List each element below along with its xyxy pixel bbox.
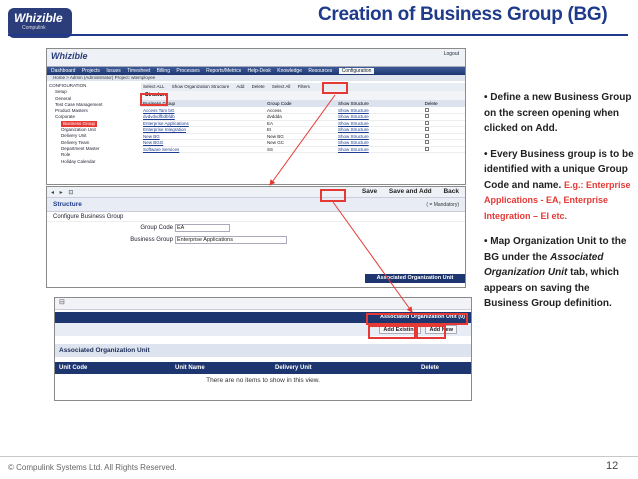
copyright: © Compulink Systems Ltd. All Rights Rese… <box>8 463 177 472</box>
bullet-unique: • Every Business group is to be identifi… <box>484 148 634 221</box>
page-number: 12 <box>606 460 619 472</box>
bullet-map: • Map Organization Unit to the BG under … <box>484 236 627 309</box>
footer-divider <box>0 456 638 457</box>
arrow-add-to-form <box>269 94 336 186</box>
arrow-save-to-tab <box>332 201 413 313</box>
instructions: • Define a new Business Group on the scr… <box>484 90 634 322</box>
bullet-define: • Define a new Business Group on the scr… <box>484 92 632 134</box>
